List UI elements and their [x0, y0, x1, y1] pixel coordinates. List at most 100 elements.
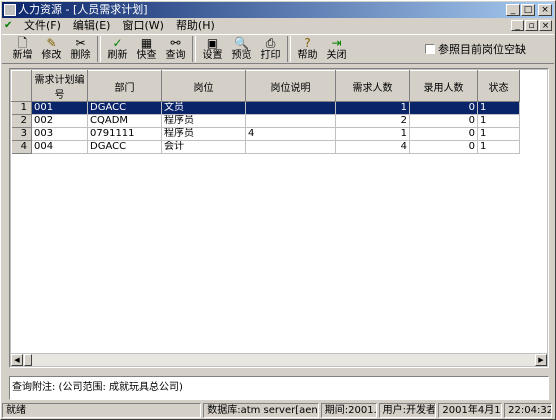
- horizontal-scrollbar[interactable]: ◀ ▶: [11, 354, 547, 366]
- preview-button[interactable]: 🔍 预览: [227, 35, 256, 63]
- row-number: 2: [11, 114, 32, 128]
- printer-icon: ⎙: [265, 36, 276, 50]
- delete-button[interactable]: ✂ 删除: [66, 35, 95, 63]
- cell-position[interactable]: 程序员: [161, 114, 246, 128]
- settings-button[interactable]: ▣ 设置: [198, 35, 227, 63]
- table-row[interactable]: 4 004 DGACC 会计 4 0 1: [11, 140, 520, 154]
- menu-bar: ✔ 文件(F) 编辑(E) 窗口(W) 帮助(H) _ ▫ ×: [2, 19, 554, 33]
- preview-icon: 🔍: [234, 36, 249, 50]
- cell-plan-no[interactable]: 002: [31, 114, 88, 128]
- vacancy-reference-label: 参照目前岗位空缺: [438, 43, 526, 56]
- close-button[interactable]: ×: [538, 4, 552, 16]
- cell-plan-no[interactable]: 001: [31, 101, 88, 115]
- refresh-icon: ✓: [112, 36, 123, 50]
- column-header-hired-count[interactable]: 录用人数: [409, 70, 478, 102]
- table-row[interactable]: 3 003 0791111 程序员 4 1 0 1: [11, 127, 520, 141]
- child-minimize-button[interactable]: _: [511, 20, 524, 31]
- column-header-department[interactable]: 部门: [87, 70, 162, 102]
- app-icon: [4, 4, 16, 16]
- cell-position-desc[interactable]: [245, 114, 336, 128]
- toolbar-separator: [287, 36, 291, 62]
- toolbar-separator: [97, 36, 101, 62]
- cell-plan-no[interactable]: 004: [31, 140, 88, 154]
- child-restore-button[interactable]: ▫: [525, 20, 538, 31]
- check-mark-icon: ✔: [4, 20, 13, 31]
- scroll-left-icon[interactable]: ◀: [11, 354, 23, 366]
- column-header-position-desc[interactable]: 岗位说明: [245, 70, 336, 102]
- row-number: 3: [11, 127, 32, 141]
- toolbar-separator: [192, 36, 196, 62]
- status-user: 用户:开发者: [378, 403, 437, 418]
- query-note: 查询附注: (公司范围: 成就玩具总公司): [9, 376, 549, 400]
- new-document-icon: 🗋: [17, 36, 28, 50]
- search-button[interactable]: ⚯ 查询: [161, 35, 190, 63]
- window-title: 人力资源 - [人员需求计划]: [18, 3, 148, 16]
- plan-table: 需求计划编号 部门 岗位 岗位说明 需求人数 录用人数 状态 1 001 DGA…: [11, 70, 520, 154]
- vacancy-reference-checkbox[interactable]: [425, 44, 435, 54]
- scrollbar-thumb[interactable]: [24, 354, 32, 366]
- status-time: 22:04:32: [504, 403, 552, 418]
- cell-department[interactable]: 0791111: [87, 127, 162, 141]
- binoculars-icon: ⚯: [170, 36, 181, 50]
- cell-plan-no[interactable]: 003: [31, 127, 88, 141]
- row-number: 1: [11, 101, 32, 115]
- cut-icon: ✂: [75, 36, 86, 50]
- cell-hired-count[interactable]: 0: [409, 127, 478, 141]
- child-close-button[interactable]: ×: [539, 20, 552, 31]
- cell-department[interactable]: DGACC: [87, 140, 162, 154]
- cell-position[interactable]: 文员: [161, 101, 246, 115]
- cell-status[interactable]: 1: [477, 127, 520, 141]
- status-database: 数据库:atm server[aenew]: [203, 403, 319, 418]
- cell-status[interactable]: 1: [477, 140, 520, 154]
- refresh-button[interactable]: ✓ 刷新: [103, 35, 132, 63]
- quick-search-button[interactable]: ▦ 快查: [132, 35, 161, 63]
- cell-hired-count[interactable]: 0: [409, 140, 478, 154]
- new-button[interactable]: 🗋 新增: [8, 35, 37, 63]
- cell-status[interactable]: 1: [477, 101, 520, 115]
- cell-demand-count[interactable]: 1: [335, 127, 410, 141]
- edit-icon: ✎: [46, 36, 57, 50]
- cell-demand-count[interactable]: 2: [335, 114, 410, 128]
- main-window: 人力资源 - [人员需求计划] _ □ × ✔ 文件(F) 编辑(E) 窗口(W…: [0, 0, 556, 420]
- menu-edit[interactable]: 编辑(E): [67, 19, 117, 33]
- settings-icon: ▣: [206, 36, 219, 50]
- exit-icon: ⇥: [331, 36, 342, 50]
- cell-position[interactable]: 会计: [161, 140, 246, 154]
- minimize-button[interactable]: _: [506, 4, 520, 16]
- maximize-button[interactable]: □: [521, 4, 535, 16]
- table-row[interactable]: 2 002 CQADM 程序员 2 0 1: [11, 114, 520, 128]
- cell-status[interactable]: 1: [477, 114, 520, 128]
- cell-position-desc[interactable]: [245, 140, 336, 154]
- data-grid: 需求计划编号 部门 岗位 岗位说明 需求人数 录用人数 状态 1 001 DGA…: [9, 68, 549, 368]
- cell-hired-count[interactable]: 0: [409, 101, 478, 115]
- menu-window[interactable]: 窗口(W): [116, 19, 169, 33]
- row-number: 4: [11, 140, 32, 154]
- cell-position-desc[interactable]: 4: [245, 127, 336, 141]
- cell-position-desc[interactable]: [245, 101, 336, 115]
- quick-search-icon: ▦: [140, 36, 153, 50]
- help-icon: ?: [304, 36, 311, 50]
- cell-hired-count[interactable]: 0: [409, 114, 478, 128]
- exit-button[interactable]: ⇥ 关闭: [322, 35, 351, 63]
- status-date: 2001年4月11日: [438, 403, 503, 418]
- status-period: 期间:2001.4: [320, 403, 377, 418]
- help-button[interactable]: ? 帮助: [293, 35, 322, 63]
- column-header-position[interactable]: 岗位: [161, 70, 246, 102]
- column-header-demand-count[interactable]: 需求人数: [335, 70, 410, 102]
- print-button[interactable]: ⎙ 打印: [256, 35, 285, 63]
- table-row[interactable]: 1 001 DGACC 文员 1 0 1: [11, 101, 520, 115]
- cell-department[interactable]: DGACC: [87, 101, 162, 115]
- status-bar: 就绪 数据库:atm server[aenew] 期间:2001.4 用户:开发…: [2, 403, 554, 419]
- cell-position[interactable]: 程序员: [161, 127, 246, 141]
- cell-department[interactable]: CQADM: [87, 114, 162, 128]
- scroll-right-icon[interactable]: ▶: [535, 354, 547, 366]
- cell-demand-count[interactable]: 4: [335, 140, 410, 154]
- edit-button[interactable]: ✎ 修改: [37, 35, 66, 63]
- vacancy-reference-option[interactable]: 参照目前岗位空缺: [425, 41, 526, 57]
- menu-file[interactable]: 文件(F): [18, 19, 67, 33]
- column-header-plan-no[interactable]: 需求计划编号: [31, 70, 88, 102]
- column-header-status[interactable]: 状态: [477, 70, 520, 102]
- cell-demand-count[interactable]: 1: [335, 101, 410, 115]
- menu-help[interactable]: 帮助(H): [170, 19, 221, 33]
- row-number-header: [11, 70, 32, 102]
